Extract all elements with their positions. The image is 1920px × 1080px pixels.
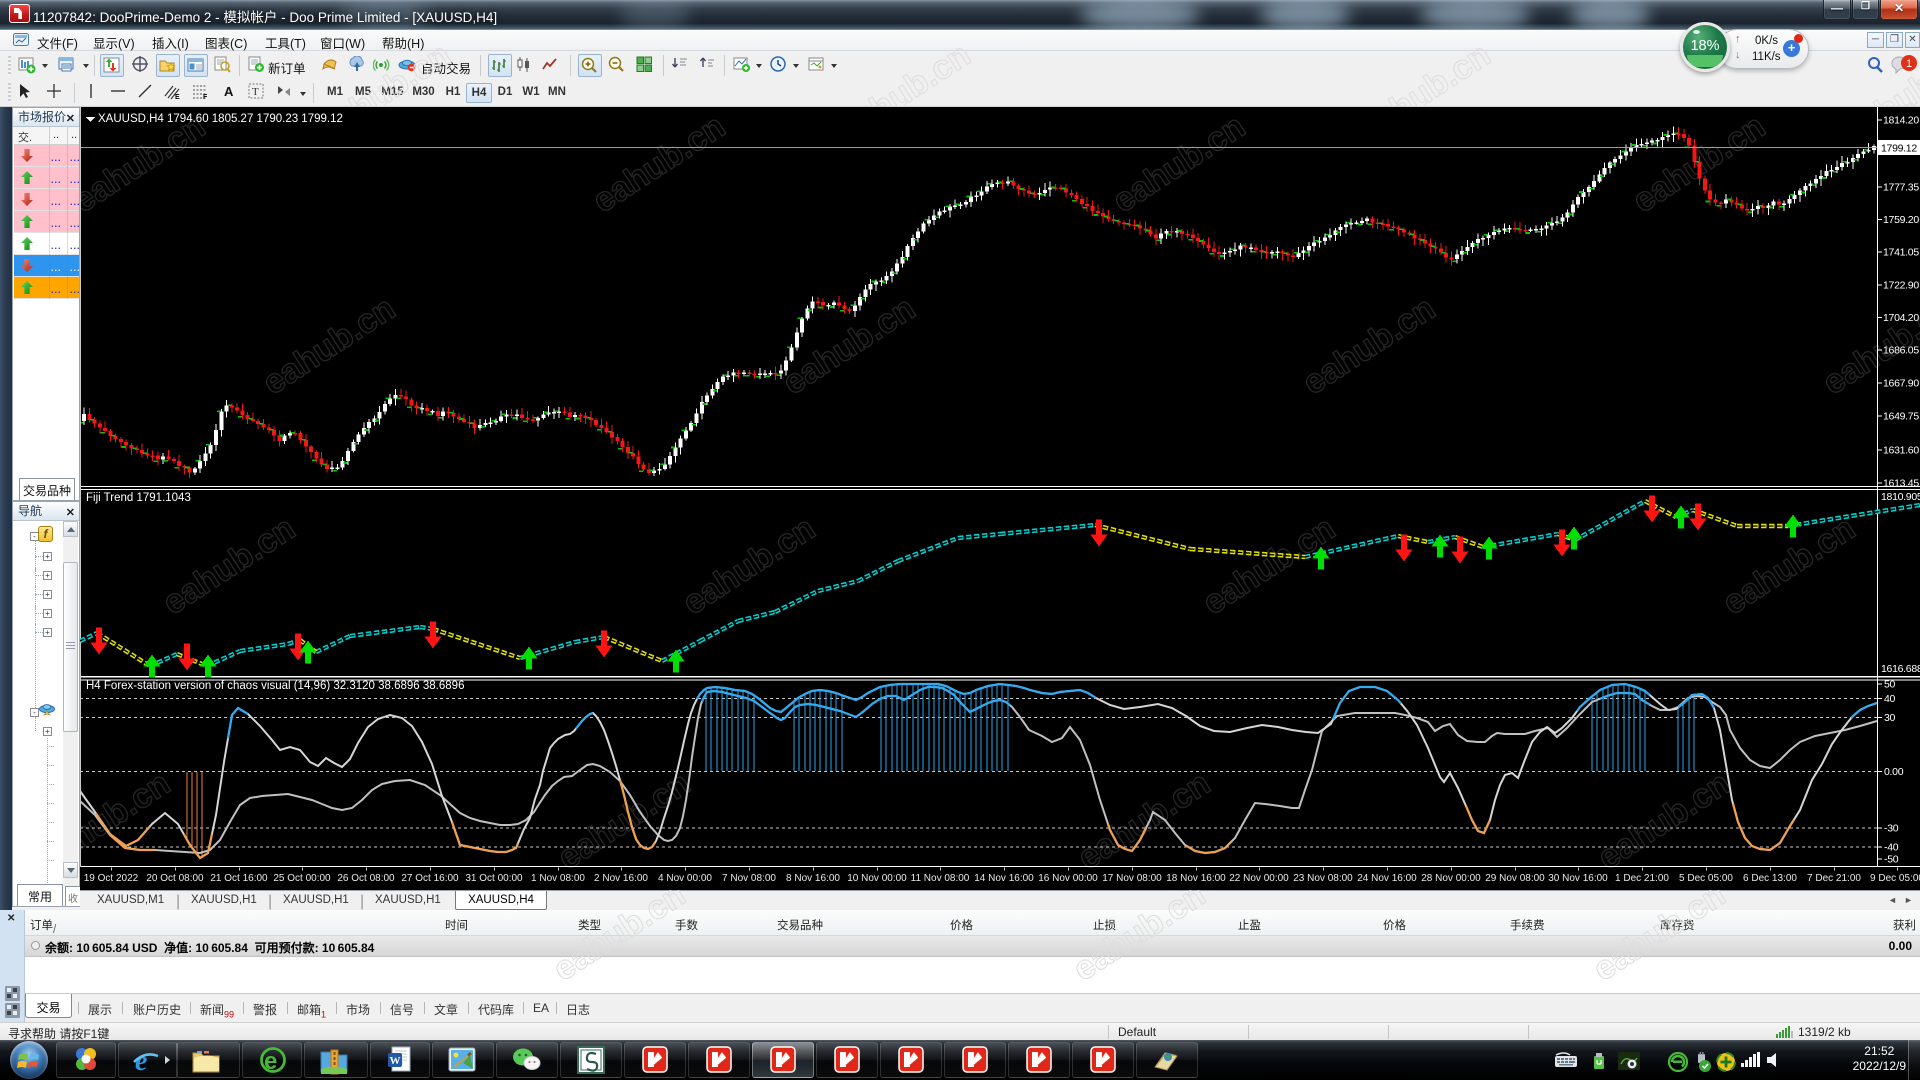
- svg-text:1649.75: 1649.75: [1883, 411, 1919, 423]
- svg-text:1616.6884: 1616.6884: [1881, 663, 1920, 675]
- svg-text:1741.05: 1741.05: [1883, 247, 1919, 259]
- svg-text:e: e: [264, 1048, 277, 1075]
- svg-text:1 Nov 08:00: 1 Nov 08:00: [531, 873, 585, 884]
- svg-text:17 Nov 08:00: 17 Nov 08:00: [1102, 873, 1162, 884]
- svg-text:11 Nov 08:00: 11 Nov 08:00: [911, 873, 970, 884]
- svg-text:1686.05: 1686.05: [1883, 345, 1919, 357]
- svg-text:-40: -40: [1884, 842, 1899, 854]
- svg-text:18 Nov 16:00: 18 Nov 16:00: [1166, 873, 1226, 884]
- svg-text:-50: -50: [1884, 854, 1899, 866]
- svg-text:31 Oct 00:00: 31 Oct 00:00: [465, 873, 523, 884]
- svg-text:8 Nov 16:00: 8 Nov 16:00: [786, 873, 840, 884]
- svg-text:1 Dec 21:00: 1 Dec 21:00: [1615, 873, 1669, 884]
- svg-text:25 Oct 00:00: 25 Oct 00:00: [273, 873, 331, 884]
- svg-text:1777.35: 1777.35: [1883, 182, 1919, 194]
- svg-text:W: W: [390, 1055, 401, 1067]
- svg-text:27 Oct 16:00: 27 Oct 16:00: [401, 873, 459, 884]
- svg-text:XAUUSD,H4 1794.60 1805.27 179: XAUUSD,H4 1794.60 1805.27 1790.23 1799.1…: [98, 113, 343, 125]
- svg-text:40: 40: [1884, 693, 1896, 705]
- svg-text:-30: -30: [1884, 823, 1899, 835]
- svg-text:H4 Forex-station version of ch: H4 Forex-station version of chaos visual…: [86, 680, 464, 692]
- svg-text:20 Oct 08:00: 20 Oct 08:00: [146, 873, 204, 884]
- svg-text:21 Oct 16:00: 21 Oct 16:00: [210, 873, 268, 884]
- svg-text:4 Nov 00:00: 4 Nov 00:00: [658, 873, 712, 884]
- svg-text:1814.20: 1814.20: [1883, 115, 1919, 127]
- svg-text:9 Dec 05:00: 9 Dec 05:00: [1870, 873, 1920, 884]
- svg-text:1799.12: 1799.12: [1881, 143, 1917, 155]
- svg-text:50: 50: [1884, 679, 1896, 691]
- svg-text:30 Nov 16:00: 30 Nov 16:00: [1548, 873, 1608, 884]
- svg-text:0.00: 0.00: [1884, 766, 1904, 778]
- svg-text:1631.60: 1631.60: [1883, 445, 1919, 457]
- svg-text:10 Nov 00:00: 10 Nov 00:00: [847, 873, 907, 884]
- svg-text:22 Nov 00:00: 22 Nov 00:00: [1229, 873, 1289, 884]
- svg-text:7 Nov 08:00: 7 Nov 08:00: [722, 873, 776, 884]
- svg-text:30: 30: [1884, 712, 1896, 724]
- svg-text:16 Nov 00:00: 16 Nov 00:00: [1038, 873, 1098, 884]
- svg-text:2 Nov 16:00: 2 Nov 16:00: [594, 873, 648, 884]
- svg-text:23 Nov 08:00: 23 Nov 08:00: [1293, 873, 1353, 884]
- svg-text:7 Dec 21:00: 7 Dec 21:00: [1807, 873, 1861, 884]
- svg-text:14 Nov 16:00: 14 Nov 16:00: [974, 873, 1034, 884]
- svg-text:1810.9055: 1810.9055: [1881, 491, 1920, 503]
- svg-text:24 Nov 16:00: 24 Nov 16:00: [1357, 873, 1417, 884]
- svg-text:1667.90: 1667.90: [1883, 378, 1919, 390]
- svg-text:Fiji Trend 1791.1043: Fiji Trend 1791.1043: [86, 492, 191, 504]
- svg-text:1613.45: 1613.45: [1883, 478, 1919, 490]
- svg-text:19 Oct 2022: 19 Oct 2022: [84, 873, 139, 884]
- svg-text:6 Dec 13:00: 6 Dec 13:00: [1743, 873, 1797, 884]
- svg-text:26 Oct 08:00: 26 Oct 08:00: [337, 873, 395, 884]
- svg-text:28 Nov 00:00: 28 Nov 00:00: [1421, 873, 1481, 884]
- svg-text:1704.20: 1704.20: [1883, 312, 1919, 324]
- svg-text:1759.20: 1759.20: [1883, 214, 1919, 226]
- svg-text:1722.90: 1722.90: [1883, 280, 1919, 292]
- svg-text:29 Nov 08:00: 29 Nov 08:00: [1485, 873, 1545, 884]
- svg-text:5 Dec 05:00: 5 Dec 05:00: [1679, 873, 1733, 884]
